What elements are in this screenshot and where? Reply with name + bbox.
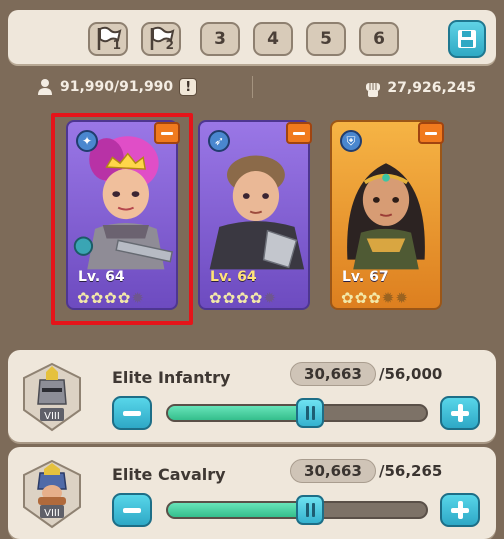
warning-icon[interactable]: ! [179, 78, 198, 96]
tier-label: VIII [44, 411, 60, 422]
troop-count[interactable]: 30,663 [290, 459, 376, 483]
preset-label: 6 [373, 29, 385, 49]
hero-card-2[interactable]: ➶ Lv. 64 ✿ ✿ ✿ ✿ ✹ [198, 120, 310, 310]
fist-icon [366, 83, 381, 97]
preset-label: 4 [267, 29, 279, 49]
preset-label: 3 [214, 29, 226, 49]
tier-label: VIII [44, 508, 60, 519]
preset-button-6[interactable]: 6 [359, 22, 399, 56]
power-value: 27,926,245 [387, 80, 476, 96]
hero-card-3[interactable]: ⛨ Lv. 67 ✿ ✿ ✿ ✹ ✹ [330, 120, 442, 310]
star-icon: ✿ [236, 289, 249, 307]
preset-label: 1 [112, 38, 121, 52]
preset-label: 2 [165, 38, 174, 52]
troop-count[interactable]: 30,663 [290, 362, 376, 386]
decrease-button[interactable] [112, 493, 152, 527]
stats-row: 91,990/91,990 ! 27,926,245 [20, 76, 490, 100]
hero-stars: ✿ ✿ ✿ ✿ ✹ [209, 289, 276, 307]
hero-stars: ✿ ✿ ✿ ✹ ✹ [341, 289, 408, 307]
increase-button[interactable] [440, 396, 480, 430]
minus-icon [123, 410, 141, 416]
slider-fill [168, 406, 310, 420]
troop-name: Elite Cavalry [112, 465, 226, 484]
troop-name: Elite Infantry [112, 368, 231, 387]
infantry-troop-icon: VIII [23, 362, 81, 432]
troop-panel-cavalry: VIII Elite Cavalry 30,663 /56,265 [8, 447, 496, 539]
save-button[interactable] [448, 20, 486, 58]
preset-button-1[interactable]: 1 [88, 22, 128, 56]
star-icon: ✿ [222, 289, 236, 307]
star-icon: ✹ [263, 289, 276, 307]
star-icon: ✹ [395, 289, 408, 307]
power-stat: 27,926,245 [363, 78, 476, 98]
troop-max: /56,265 [379, 462, 443, 480]
save-icon [458, 30, 476, 48]
slider-fill [168, 503, 310, 517]
hero-level: Lv. 64 [210, 269, 257, 285]
preset-button-4[interactable]: 4 [253, 22, 293, 56]
capacity-stat: 91,990/91,990 ! [36, 78, 198, 96]
cavalry-troop-icon: VIII [23, 459, 81, 529]
hero-level: Lv. 67 [342, 269, 389, 285]
preset-button-2[interactable]: 2 [141, 22, 181, 56]
person-icon [38, 79, 52, 95]
star-icon: ✹ [381, 289, 395, 307]
archer-class-icon: ➶ [208, 130, 230, 152]
preset-bar: 1 2 3 4 5 6 [8, 10, 496, 64]
star-icon: ✿ [368, 289, 381, 307]
increase-button[interactable] [440, 493, 480, 527]
star-icon: ✿ [341, 289, 354, 307]
troop-max: /56,000 [379, 365, 443, 383]
star-icon: ✿ [209, 289, 222, 307]
remove-hero-3-button[interactable] [418, 122, 444, 144]
star-icon: ✿ [354, 289, 368, 307]
decrease-button[interactable] [112, 396, 152, 430]
preset-label: 5 [320, 29, 332, 49]
slider-thumb[interactable] [296, 398, 325, 428]
capacity-value: 91,990/91,990 [60, 79, 174, 95]
divider [252, 76, 253, 98]
troop-panel-infantry: VIII Elite Infantry 30,663 /56,000 [8, 350, 496, 442]
star-icon: ✿ [249, 289, 263, 307]
selection-frame [51, 113, 193, 325]
slider-thumb[interactable] [296, 495, 325, 525]
preset-button-5[interactable]: 5 [306, 22, 346, 56]
shield-class-icon: ⛨ [340, 130, 362, 152]
preset-button-3[interactable]: 3 [200, 22, 240, 56]
minus-icon [123, 507, 141, 513]
remove-hero-2-button[interactable] [286, 122, 312, 144]
